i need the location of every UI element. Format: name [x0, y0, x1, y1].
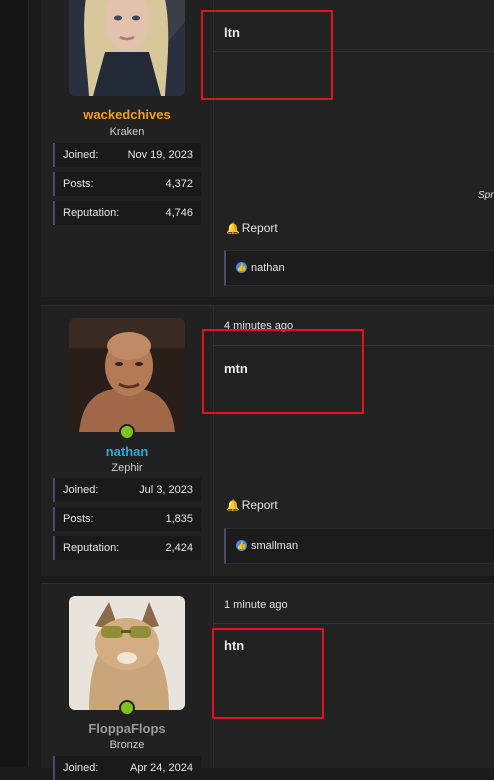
- report-link[interactable]: 🔔 Report: [226, 221, 278, 235]
- stat-value: 4,746: [165, 207, 193, 219]
- stat-joined: Joined: Apr 24, 2024: [53, 756, 201, 780]
- username[interactable]: wackedchives: [41, 107, 213, 122]
- stat-reputation: Reputation: 2,424: [53, 536, 201, 560]
- online-dot-icon: [119, 424, 135, 440]
- reaction-users[interactable]: smallman: [251, 540, 298, 552]
- user-title: Kraken: [109, 126, 145, 138]
- stat-value: 1,835: [165, 513, 193, 525]
- report-label: Report: [241, 498, 278, 512]
- username[interactable]: FloppaFlops: [41, 721, 213, 736]
- stat-label: Reputation:: [63, 542, 120, 554]
- stat-posts: Posts: 1,835: [53, 507, 201, 531]
- stat-label: Joined:: [63, 484, 99, 496]
- stat-value: 2,424: [165, 542, 193, 554]
- user-title: Bronze: [109, 739, 145, 751]
- user-panel: nathan Zephir Joined: Jul 3, 2023 Posts:…: [41, 306, 214, 576]
- avatar-wackedchives[interactable]: [69, 0, 185, 96]
- header-divider: [214, 623, 494, 624]
- stat-value: Nov 19, 2023: [127, 149, 193, 161]
- gutter-divider: [28, 0, 29, 767]
- thumbs-up-icon: 👍: [236, 262, 247, 273]
- stat-reputation: Reputation: 4,746: [53, 201, 201, 225]
- stat-posts: Posts: 4,372: [53, 172, 201, 196]
- highlight-box: [212, 628, 324, 719]
- stat-label: Joined:: [63, 149, 99, 161]
- report-link[interactable]: 🔔 Report: [226, 498, 278, 512]
- reaction-bar[interactable]: 👍 nathan: [224, 250, 494, 286]
- bell-icon: 🔔: [226, 223, 240, 235]
- username[interactable]: nathan: [41, 444, 213, 459]
- stat-value: 4,372: [165, 178, 193, 190]
- highlight-box: [202, 329, 364, 414]
- bell-icon: 🔔: [226, 500, 240, 512]
- report-label: Report: [241, 221, 278, 235]
- thumbs-up-icon: 👍: [236, 540, 247, 551]
- left-gutter: [0, 0, 28, 767]
- stat-label: Posts:: [63, 178, 94, 190]
- highlight-box: [201, 10, 333, 100]
- user-title: Zephir: [111, 462, 143, 474]
- stat-joined: Joined: Nov 19, 2023: [53, 143, 201, 167]
- stat-label: Joined:: [63, 762, 99, 774]
- reaction-users[interactable]: nathan: [251, 262, 285, 274]
- stat-label: Reputation:: [63, 207, 120, 219]
- avatar-floppaflops[interactable]: [69, 596, 185, 710]
- post-date[interactable]: 1 minute ago: [224, 599, 288, 611]
- user-panel: FloppaFlops Bronze Joined: Apr 24, 2024: [41, 584, 214, 780]
- signature-fragment: Spr: [478, 190, 494, 201]
- stat-joined: Joined: Jul 3, 2023: [53, 478, 201, 502]
- user-panel: wackedchives Kraken Joined: Nov 19, 2023…: [41, 0, 214, 297]
- stat-value: Apr 24, 2024: [130, 762, 193, 774]
- online-dot-icon: [119, 700, 135, 716]
- reaction-bar[interactable]: 👍 smallman: [224, 528, 494, 564]
- stat-value: Jul 3, 2023: [139, 484, 193, 496]
- avatar-nathan[interactable]: [69, 318, 185, 432]
- stat-label: Posts:: [63, 513, 94, 525]
